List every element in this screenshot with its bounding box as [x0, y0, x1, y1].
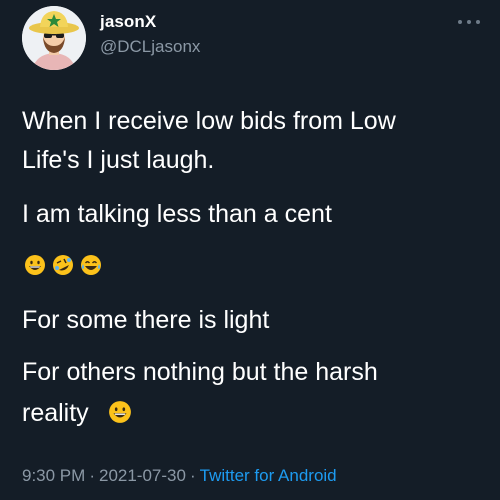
tweet-text-line-2: Life's I just laugh. [22, 146, 215, 174]
tweet-meta: 9:30 PM · 2021-07-30 · Twitter for Android [22, 466, 337, 486]
grinning-face-icon [25, 255, 45, 275]
more-horizontal-icon[interactable] [458, 17, 480, 27]
emoji-row [24, 254, 102, 278]
tweet-text-line-4: For some there is light [22, 306, 270, 334]
tweet-text-line-6: reality [22, 398, 132, 428]
tweet-time[interactable]: 9:30 PM [22, 466, 85, 485]
grinning-face-icon [108, 401, 131, 423]
tweet-text-line-5: For others nothing but the harsh [22, 358, 378, 386]
tweet-card: jasonX @DCLjasonx When I receive low bid… [0, 0, 500, 500]
avatar[interactable] [22, 6, 86, 70]
tweet-source-link[interactable]: Twitter for Android [200, 466, 337, 485]
cartoon-cowboy-avatar-icon [22, 6, 86, 70]
tears-of-joy-icon [81, 255, 101, 275]
tweet-text-line-6-text: reality [22, 399, 89, 427]
author-display-name[interactable]: jasonX [100, 12, 156, 32]
meta-separator: · [89, 466, 95, 485]
tweet-text-line-1: When I receive low bids from Low [22, 107, 396, 135]
author-handle[interactable]: @DCLjasonx [100, 37, 200, 57]
meta-separator: · [189, 466, 196, 485]
rolling-on-floor-laughing-icon [53, 255, 73, 275]
tweet-text-line-3: I am talking less than a cent [22, 200, 332, 228]
tweet-date[interactable]: 2021-07-30 [99, 466, 186, 485]
